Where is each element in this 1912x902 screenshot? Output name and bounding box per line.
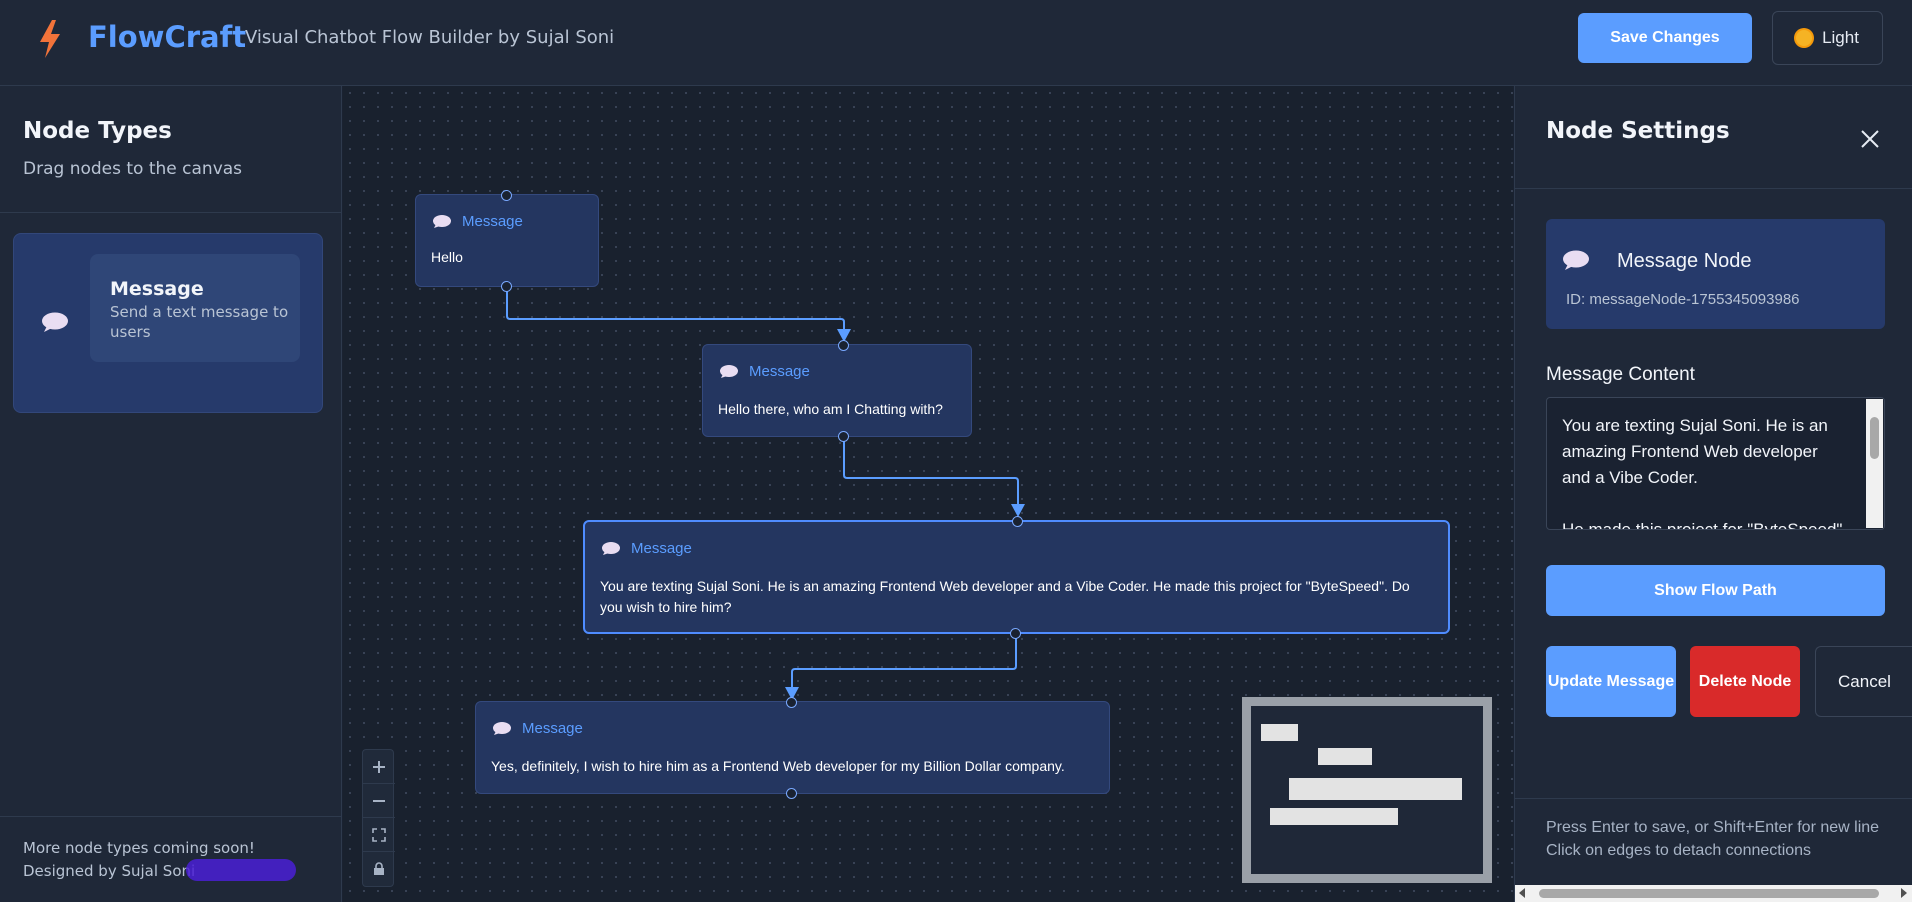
fit-view-icon: [372, 827, 386, 842]
minimap[interactable]: [1242, 697, 1492, 883]
node-type-inner: Message Send a text message to users: [90, 254, 300, 362]
node-settings-panel: Node Settings Message Node ID: messageNo…: [1514, 86, 1912, 902]
cancel-button[interactable]: Cancel: [1815, 646, 1912, 717]
panel-header: Node Settings: [1515, 86, 1912, 189]
redaction-scribble: [186, 859, 296, 881]
node-2-source-handle[interactable]: [838, 431, 849, 442]
show-flow-path-button[interactable]: Show Flow Path: [1546, 565, 1885, 616]
app-header: FlowCraft Visual Chatbot Flow Builder by…: [0, 0, 1912, 86]
fit-view-button[interactable]: [363, 818, 395, 852]
plus-icon: [373, 760, 385, 773]
minimap-node: [1289, 778, 1462, 800]
speech-bubble-icon: [602, 542, 620, 555]
scroll-left-arrow[interactable]: [1519, 888, 1525, 898]
speech-bubble-icon: [720, 365, 738, 378]
scrollbar-thumb[interactable]: [1870, 417, 1879, 459]
node-types-sidebar: Node Types Drag nodes to the canvas Mess…: [0, 86, 342, 902]
message-node-1[interactable]: Message Hello: [415, 194, 599, 287]
sun-icon: [1796, 30, 1813, 46]
horizontal-scrollbar[interactable]: [1515, 885, 1912, 902]
node-type-name: Message: [110, 278, 204, 300]
minimap-node: [1270, 808, 1398, 825]
edge-hint: Click on edges to detach connections: [1546, 842, 1812, 859]
minimap-node: [1261, 724, 1298, 741]
textarea-scrollbar[interactable]: [1866, 399, 1883, 528]
node-type-label: Message: [631, 540, 692, 557]
node-info-title: Message Node: [1617, 250, 1752, 272]
minus-icon: [373, 799, 385, 802]
sidebar-header: Node Types Drag nodes to the canvas: [0, 86, 342, 213]
speech-bubble-icon: [493, 722, 511, 735]
sidebar-subtitle: Drag nodes to the canvas: [23, 159, 243, 179]
node-2-target-handle[interactable]: [838, 340, 849, 351]
message-content-textarea[interactable]: You are texting Sujal Soni. He is an ama…: [1546, 397, 1885, 530]
node-1-target-handle[interactable]: [501, 190, 512, 201]
minimap-node: [1318, 748, 1372, 765]
save-hint: Press Enter to save, or Shift+Enter for …: [1546, 819, 1880, 836]
message-node-type-card[interactable]: Message Send a text message to users: [13, 233, 323, 413]
edge-3-4[interactable]: [791, 634, 1017, 695]
scroll-right-arrow[interactable]: [1901, 888, 1907, 898]
speech-bubble-icon: [1563, 250, 1589, 270]
edge-2-3[interactable]: [843, 438, 1019, 512]
update-message-button[interactable]: Update Message: [1546, 646, 1676, 717]
message-node-4[interactable]: Message Yes, definitely, I wish to hire …: [475, 701, 1110, 794]
node-type-label: Message: [522, 720, 583, 737]
node-4-source-handle[interactable]: [786, 788, 797, 799]
node-1-source-handle[interactable]: [501, 281, 512, 292]
node-3-source-handle[interactable]: [1010, 628, 1021, 639]
app-title: FlowCraft: [88, 20, 247, 54]
node-4-target-handle[interactable]: [786, 697, 797, 708]
node-message-text: You are texting Sujal Soni. He is an ama…: [600, 578, 1410, 615]
node-type-description: Send a text message to users: [110, 303, 289, 341]
node-info-card: Message Node ID: messageNode-17553450939…: [1546, 219, 1885, 329]
lock-button[interactable]: [363, 852, 395, 886]
speech-bubble-icon: [433, 215, 451, 228]
lightning-icon: [40, 20, 60, 58]
node-3-target-handle[interactable]: [1012, 516, 1023, 527]
footer-coming-soon: More node types coming soon!: [23, 839, 255, 857]
close-icon[interactable]: [1857, 126, 1883, 152]
footer-designed-by: Designed by Sujal Soni: [23, 862, 196, 880]
message-node-3[interactable]: Message You are texting Sujal Soni. He i…: [583, 520, 1450, 634]
app-subtitle: Visual Chatbot Flow Builder by Sujal Son…: [245, 27, 615, 48]
message-node-2[interactable]: Message Hello there, who am I Chatting w…: [702, 344, 972, 437]
sidebar-title: Node Types: [23, 118, 172, 144]
panel-footer: Press Enter to save, or Shift+Enter for …: [1515, 798, 1912, 898]
speech-bubble-icon: [42, 312, 68, 332]
node-type-label: Message: [749, 363, 810, 380]
node-id: ID: messageNode-1755345093986: [1566, 291, 1800, 308]
zoom-in-button[interactable]: [363, 750, 395, 784]
theme-toggle-button[interactable]: Light: [1772, 11, 1883, 65]
panel-title: Node Settings: [1546, 118, 1730, 144]
sidebar-footer: More node types coming soon! Designed by…: [0, 816, 342, 902]
node-message-text: Hello there, who am I Chatting with?: [718, 401, 943, 417]
lock-icon: [374, 862, 384, 875]
scrollbar-thumb[interactable]: [1539, 889, 1879, 898]
node-type-label: Message: [462, 213, 523, 230]
node-message-text: Yes, definitely, I wish to hire him as a…: [491, 758, 1065, 774]
edge-1-2[interactable]: [506, 287, 845, 337]
zoom-out-button[interactable]: [363, 784, 395, 818]
theme-label: Light: [1822, 28, 1859, 47]
delete-node-button[interactable]: Delete Node: [1690, 646, 1800, 717]
flow-canvas[interactable]: Message Hello Message Hello there, who a…: [343, 86, 1513, 902]
node-message-text: Hello: [431, 249, 463, 265]
canvas-controls: [362, 749, 395, 887]
save-changes-button[interactable]: Save Changes: [1578, 13, 1752, 63]
message-content-label: Message Content: [1546, 364, 1695, 385]
